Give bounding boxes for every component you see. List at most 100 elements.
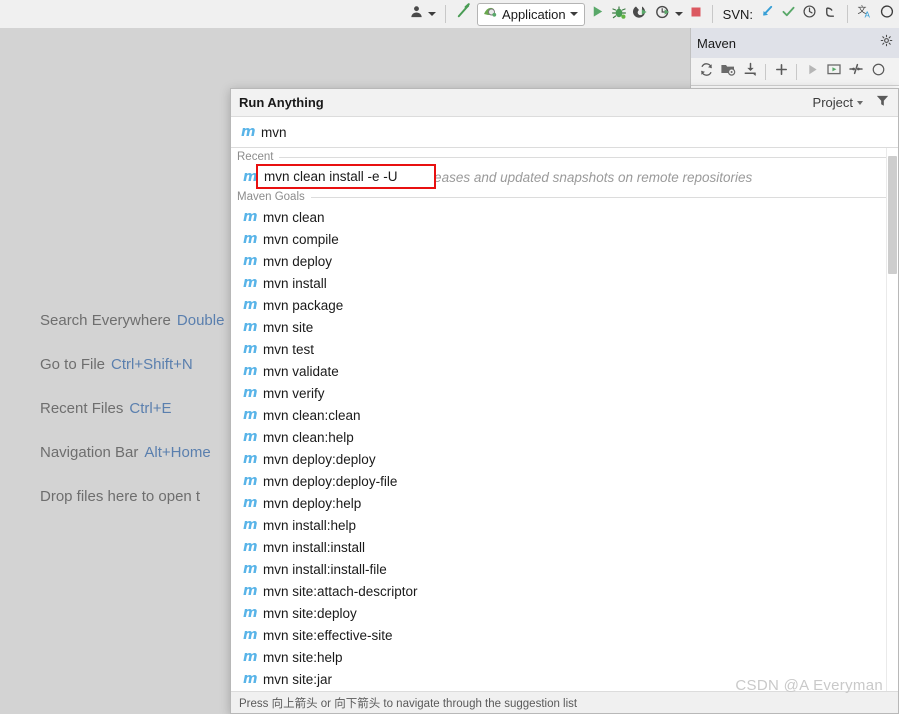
svn-history-button[interactable] xyxy=(799,3,820,25)
list-item-label: mvn clean:help xyxy=(263,430,354,445)
download-sources-icon xyxy=(743,62,758,82)
maven-m-icon: m xyxy=(243,232,256,246)
debug-bug-icon xyxy=(611,4,627,25)
maven-m-icon: m xyxy=(243,606,256,620)
stop-button[interactable] xyxy=(686,3,706,25)
list-item[interactable]: m mvn test xyxy=(231,338,898,360)
chevron-down-icon xyxy=(675,12,683,16)
list-item[interactable]: m mvn deploy:deploy xyxy=(231,448,898,470)
build-project-button[interactable] xyxy=(452,3,475,25)
list-item[interactable]: m mvn validate xyxy=(231,360,898,382)
translate-button[interactable]: 文 A xyxy=(854,3,876,25)
user-profile-icon xyxy=(409,4,424,24)
run-anything-search-field[interactable]: m mvn xyxy=(231,117,898,148)
toolbar-divider xyxy=(445,5,446,23)
maven-m-icon: m xyxy=(243,496,256,510)
run-anything-suggestion-list[interactable]: Recent m orces a check for missing relea… xyxy=(231,148,898,691)
svn-commit-check-icon xyxy=(781,4,796,24)
search-input-value: mvn xyxy=(261,125,287,140)
list-item[interactable]: m mvn clean:clean xyxy=(231,404,898,426)
svn-rollback-button[interactable] xyxy=(820,3,841,25)
footer-hint-text: Press 向上箭头 or 向下箭头 to navigate through t… xyxy=(239,695,577,711)
hint-label: Search Everywhere xyxy=(40,312,171,329)
profiler-button[interactable] xyxy=(652,3,686,25)
list-item[interactable]: m mvn site:attach-descriptor xyxy=(231,580,898,602)
toggle-skip-tests-button[interactable] xyxy=(845,61,867,83)
list-item[interactable]: m mvn install:install xyxy=(231,536,898,558)
maven-more-button[interactable] xyxy=(867,61,889,83)
maven-m-icon: m xyxy=(243,276,256,290)
maven-m-icon: m xyxy=(243,562,256,576)
maven-m-icon: m xyxy=(243,408,256,422)
execute-goal-icon xyxy=(826,61,842,82)
user-profile-button[interactable] xyxy=(406,3,439,25)
add-goal-button[interactable] xyxy=(770,61,792,83)
reload-all-projects-button[interactable] xyxy=(695,61,717,83)
gear-icon[interactable] xyxy=(880,34,893,52)
svn-history-clock-icon xyxy=(802,4,817,24)
maven-m-icon: m xyxy=(243,628,256,642)
list-item[interactable]: m mvn site:effective-site xyxy=(231,624,898,646)
suggestion-list-scrollbar[interactable] xyxy=(886,148,898,691)
list-item[interactable]: m mvn compile xyxy=(231,228,898,250)
list-item-label: mvn clean:clean xyxy=(263,408,361,423)
list-item-label: mvn package xyxy=(263,298,343,313)
maven-tool-window-toolbar xyxy=(691,58,899,86)
run-button[interactable] xyxy=(587,3,608,25)
list-item-label: mvn compile xyxy=(263,232,339,247)
run-anything-title: Run Anything xyxy=(239,95,813,110)
run-configuration-label: Application xyxy=(502,7,566,22)
hammer-icon xyxy=(455,3,472,25)
list-item[interactable]: m mvn site xyxy=(231,316,898,338)
download-sources-button[interactable] xyxy=(739,61,761,83)
run-anything-footer: Press 向上箭头 or 向下箭头 to navigate through t… xyxy=(231,691,898,713)
maven-m-icon: m xyxy=(243,584,256,598)
list-item-label: mvn clean install -e -U xyxy=(264,169,398,184)
hint-label: Go to File xyxy=(40,356,105,373)
annotation-highlight-box: mvn clean install -e -U xyxy=(256,164,436,189)
list-item-label: mvn site:help xyxy=(263,650,343,665)
application-config-icon xyxy=(482,4,498,25)
list-item[interactable]: m mvn site:help xyxy=(231,646,898,668)
list-item[interactable]: m mvn install:help xyxy=(231,514,898,536)
debug-button[interactable] xyxy=(608,3,630,25)
svn-commit-button[interactable] xyxy=(778,3,799,25)
run-with-coverage-button[interactable] xyxy=(630,3,652,25)
list-item[interactable]: m mvn clean:help xyxy=(231,426,898,448)
list-item-recent[interactable]: m orces a check for missing releases and… xyxy=(231,166,898,188)
svn-label: SVN: xyxy=(723,7,753,22)
run-configuration-selector[interactable]: Application xyxy=(477,3,585,26)
run-goal-button[interactable] xyxy=(801,61,823,83)
scope-selector[interactable]: Project xyxy=(813,95,863,110)
list-item[interactable]: m mvn clean xyxy=(231,206,898,228)
main-toolbar: Application xyxy=(0,0,899,28)
extra-toolbar-button[interactable] xyxy=(876,3,897,25)
list-item-label: mvn deploy xyxy=(263,254,332,269)
scope-label: Project xyxy=(813,95,853,110)
maven-m-icon: m xyxy=(243,254,256,268)
list-item[interactable]: m mvn package xyxy=(231,294,898,316)
maven-tool-window-title: Maven xyxy=(697,36,880,51)
list-item-label: mvn site:attach-descriptor xyxy=(263,584,418,599)
scrollbar-thumb[interactable] xyxy=(888,156,897,274)
hint-shortcut: Ctrl+Shift+N xyxy=(111,356,193,373)
profiler-icon xyxy=(655,4,671,25)
svn-update-button[interactable] xyxy=(757,3,778,25)
maven-m-icon: m xyxy=(243,518,256,532)
list-item[interactable]: m mvn deploy:deploy-file xyxy=(231,470,898,492)
list-item[interactable]: m mvn install:install-file xyxy=(231,558,898,580)
filter-funnel-icon xyxy=(875,93,890,113)
list-item[interactable]: m mvn site:deploy xyxy=(231,602,898,624)
add-maven-project-button[interactable] xyxy=(717,61,739,83)
maven-m-icon: m xyxy=(243,320,256,334)
list-item[interactable]: m mvn deploy:help xyxy=(231,492,898,514)
stop-square-icon xyxy=(689,5,703,24)
execute-goal-button[interactable] xyxy=(823,61,845,83)
list-item[interactable]: m mvn verify xyxy=(231,382,898,404)
list-item[interactable]: m mvn deploy xyxy=(231,250,898,272)
list-item-label: mvn deploy:deploy xyxy=(263,452,376,467)
filter-button[interactable] xyxy=(875,93,890,113)
list-item[interactable]: m mvn install xyxy=(231,272,898,294)
maven-m-icon: m xyxy=(243,170,256,184)
list-item-label: mvn install:install xyxy=(263,540,365,555)
